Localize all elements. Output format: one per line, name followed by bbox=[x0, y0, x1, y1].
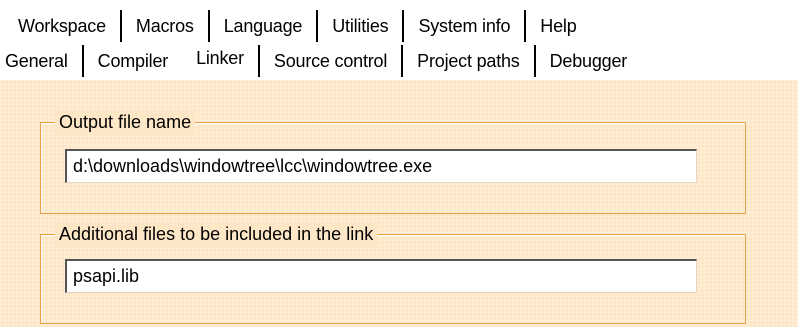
tab-linker[interactable]: Linker bbox=[182, 45, 258, 77]
additional-files-input[interactable] bbox=[65, 259, 697, 293]
tab-macros[interactable]: Macros bbox=[122, 10, 210, 42]
output-file-label: Output file name bbox=[55, 111, 196, 133]
additional-files-group: Additional files to be included in the l… bbox=[40, 223, 746, 324]
project-configuration-dialog: Workspace Macros Language Utilities Syst… bbox=[0, 0, 798, 327]
tab-compiler[interactable]: Compiler bbox=[84, 45, 182, 77]
linker-tab-panel: Output file name Additional files to be … bbox=[0, 80, 798, 327]
tab-row-bottom: General Compiler Linker Source control P… bbox=[0, 45, 641, 77]
tab-debugger[interactable]: Debugger bbox=[536, 45, 641, 77]
additional-files-label: Additional files to be included in the l… bbox=[55, 223, 378, 245]
tab-row-top: Workspace Macros Language Utilities Syst… bbox=[4, 10, 591, 42]
output-file-group: Output file name bbox=[40, 111, 746, 214]
tab-utilities[interactable]: Utilities bbox=[318, 10, 405, 42]
tab-system-info[interactable]: System info bbox=[404, 10, 527, 42]
tab-general[interactable]: General bbox=[0, 45, 84, 77]
tab-workspace[interactable]: Workspace bbox=[4, 10, 122, 42]
tab-help[interactable]: Help bbox=[526, 10, 590, 42]
output-file-input[interactable] bbox=[65, 149, 697, 183]
tab-language[interactable]: Language bbox=[210, 10, 319, 42]
tab-project-paths[interactable]: Project paths bbox=[403, 45, 536, 77]
tab-source-control[interactable]: Source control bbox=[257, 45, 404, 77]
